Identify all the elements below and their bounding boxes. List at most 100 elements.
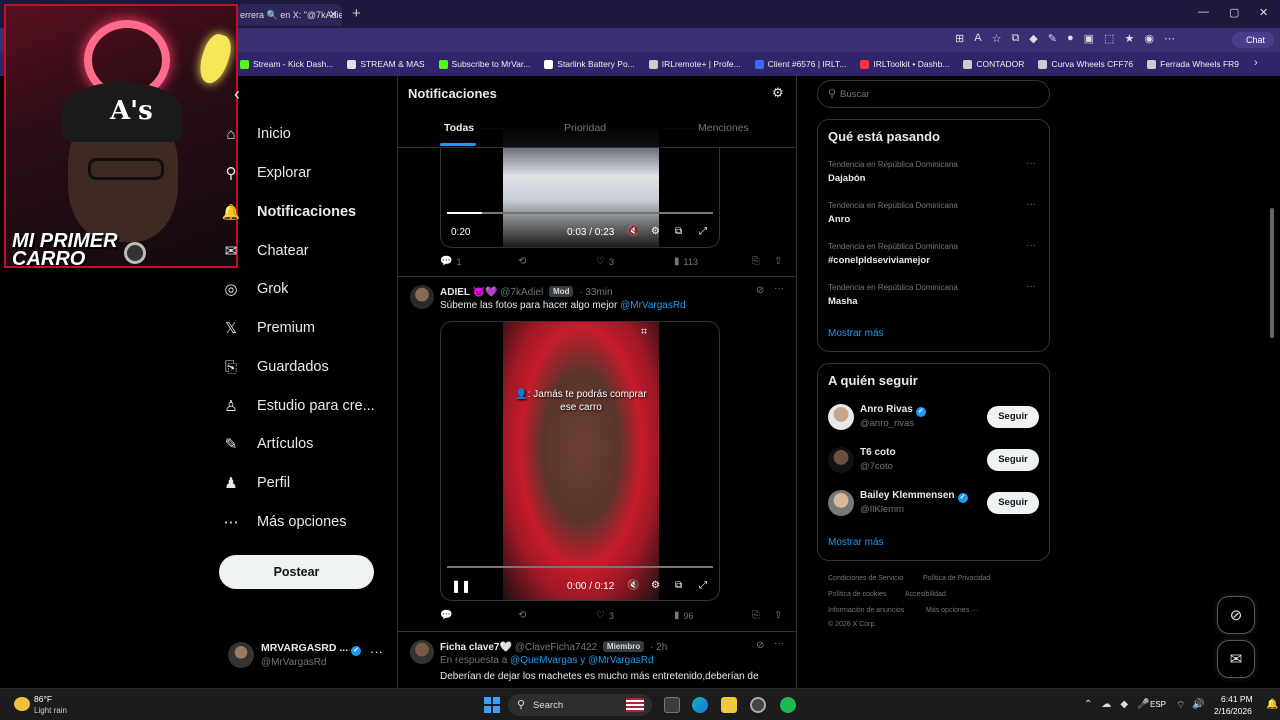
edge-icon[interactable] [692,697,708,713]
grok-float-button[interactable]: ⊘ [1217,596,1255,634]
back-icon[interactable]: ‹ [234,84,240,105]
favorite-star-icon[interactable]: ☆ [992,32,1002,45]
reply-button[interactable]: 💬 [440,610,452,621]
volume-icon[interactable]: 🔊 [1192,699,1204,710]
chevron-up-icon[interactable]: ⌃ [1084,699,1092,710]
trends-show-more-link[interactable]: Mostrar más [828,328,884,339]
maximize-icon[interactable]: ▢ [1229,6,1239,19]
new-tab-button[interactable]: + [352,5,361,22]
extension-icon[interactable]: ⬚ [1104,32,1114,45]
reply-button[interactable]: 💬 1 [440,256,461,267]
footer-terms-link[interactable]: Condiciones de Servicio [828,575,903,582]
clock-time[interactable]: 6:41 PM [1221,694,1253,704]
avatar[interactable] [828,404,854,430]
share-button[interactable]: ⇧ [774,256,782,267]
tweet-more-icon[interactable]: ··· [774,283,784,294]
close-window-icon[interactable]: ✕ [1259,6,1268,19]
sidebar-item-estudio[interactable]: ♙ Estudio para cre... [220,391,374,421]
onedrive-icon[interactable]: ☁ [1101,699,1111,710]
browser-tab[interactable]: errera 🔍 en X: "@7kAdie ✕ [238,4,342,26]
tab-todas[interactable]: Todas [444,122,474,134]
sidebar-item-mas-opciones[interactable]: ⋯ Más opciones [220,507,347,537]
windows-start-icon[interactable] [484,697,500,713]
scrollbar-thumb[interactable] [1270,208,1274,338]
favorites-icon[interactable]: ★ [1124,32,1134,45]
bookmarks-more-icon[interactable]: › [1254,57,1258,69]
like-button[interactable]: ♡ 3 [596,256,614,267]
post-button[interactable]: Postear [219,555,374,589]
extension-icon[interactable]: ▣ [1084,32,1094,45]
bookmark-item[interactable]: Curva Wheels CFF76 [1038,59,1133,69]
grok-icon[interactable]: ⊘ [756,640,764,651]
footer-accessibility-link[interactable]: Accesibilidad [905,591,946,598]
app-tray-icon[interactable]: ◆ [1120,699,1128,710]
language-indicator[interactable]: ESP [1150,700,1166,709]
gear-icon[interactable]: ⚙ [772,85,784,101]
fullscreen-icon[interactable]: ⤢ [699,580,707,591]
suggestion-name[interactable]: Bailey Klemmensen ✓ [860,490,968,503]
bookmark-button[interactable]: ⎘ [752,610,760,621]
fullscreen-icon[interactable]: ⤢ [699,226,707,237]
extensions-icon[interactable]: ⧉ [1011,32,1019,45]
weather-desc[interactable]: Light rain [34,706,67,715]
menu-icon[interactable]: ⋯ [1164,32,1175,45]
taskbar-search[interactable]: ⚲ Search [508,694,652,716]
bookmark-item[interactable]: Subscribe to MrVar... [438,59,530,69]
footer-cookies-link[interactable]: Política de cookies [828,591,886,598]
trend-more-icon[interactable]: ··· [1026,199,1036,210]
sidebar-item-guardados[interactable]: ⎘ Guardados [220,352,329,382]
sidebar-item-premium[interactable]: 𝕏 Premium [220,313,315,343]
notification-bell-icon[interactable]: 🔔 [1266,699,1278,710]
share-button[interactable]: ⇧ [774,610,782,621]
grok-icon[interactable]: ⊘ [756,285,764,296]
avatar[interactable] [828,490,854,516]
footer-more-link[interactable]: Más opciones ··· [926,607,978,614]
copilot-chat-button[interactable]: Chat [1232,32,1274,48]
mute-icon[interactable]: 🔇 [627,580,639,591]
search-input[interactable]: ⚲ Buscar [817,80,1050,108]
video-tag-icon[interactable]: ⌗ [641,326,647,339]
pip-icon[interactable]: ⧉ [675,580,682,591]
extension-icon[interactable]: ● [1067,32,1074,45]
page-scrollbar[interactable] [1268,76,1276,694]
pause-icon[interactable]: ❚❚ [451,579,471,593]
video-settings-icon[interactable]: ⚙ [651,226,660,237]
microphone-icon[interactable]: 🎤 [1137,699,1149,710]
suggestion-name[interactable]: T6 coto [860,447,896,458]
read-aloud-icon[interactable]: A [974,32,981,45]
like-button[interactable]: ♡ 3 [596,610,614,621]
avatar[interactable] [828,447,854,473]
footer-ads-link[interactable]: Información de anuncios [828,607,904,614]
extension-icon[interactable]: ✎ [1048,32,1057,45]
pip-icon[interactable]: ⧉ [675,226,682,237]
avatar[interactable] [410,285,434,309]
views-button[interactable]: ▮ 113 [674,256,698,267]
bookmark-item[interactable]: Stream - Kick Dash... [240,59,333,69]
mute-icon[interactable]: 🔇 [627,226,639,237]
minimize-icon[interactable]: — [1198,6,1209,18]
who-to-follow-show-more-link[interactable]: Mostrar más [828,537,884,548]
trend-more-icon[interactable]: ··· [1026,158,1036,169]
bookmark-item[interactable]: IRLToolkit • Dashb... [860,59,949,69]
app-icon[interactable]: ⊞ [955,32,964,45]
bookmark-item[interactable]: Starlink Battery Po... [544,59,635,69]
repost-button[interactable]: ⟲ [518,256,526,267]
more-icon[interactable]: ··· [370,644,383,659]
suggestion-name[interactable]: Anro Rivas ✓ [860,404,926,417]
follow-button[interactable]: Seguir [987,492,1039,514]
sidebar-item-articulos[interactable]: ✎ Artículos [220,429,314,459]
weather-icon[interactable] [14,697,30,711]
sidebar-item-inicio[interactable]: ⌂ Inicio [220,119,290,149]
tab-prioridad[interactable]: Prioridad [564,122,606,134]
trend-more-icon[interactable]: ··· [1026,240,1036,251]
tab-close-icon[interactable]: ✕ [329,8,338,21]
sidebar-item-explorar[interactable]: ⚲ Explorar [220,158,312,188]
messages-float-button[interactable]: ✉ [1217,640,1255,678]
avatar[interactable] [410,640,434,664]
sidebar-item-perfil[interactable]: ♟ Perfil [220,468,290,498]
footer-privacy-link[interactable]: Política de Privacidad [923,575,990,582]
video-player[interactable]: ⌗ 👤: Jamás te podrás comprar ese carro ❚… [440,321,720,601]
bookmark-item[interactable]: Client #6576 | IRLT... [754,59,846,69]
repost-button[interactable]: ⟲ [518,610,526,621]
wifi-icon[interactable]: ⌔ [1176,699,1185,712]
